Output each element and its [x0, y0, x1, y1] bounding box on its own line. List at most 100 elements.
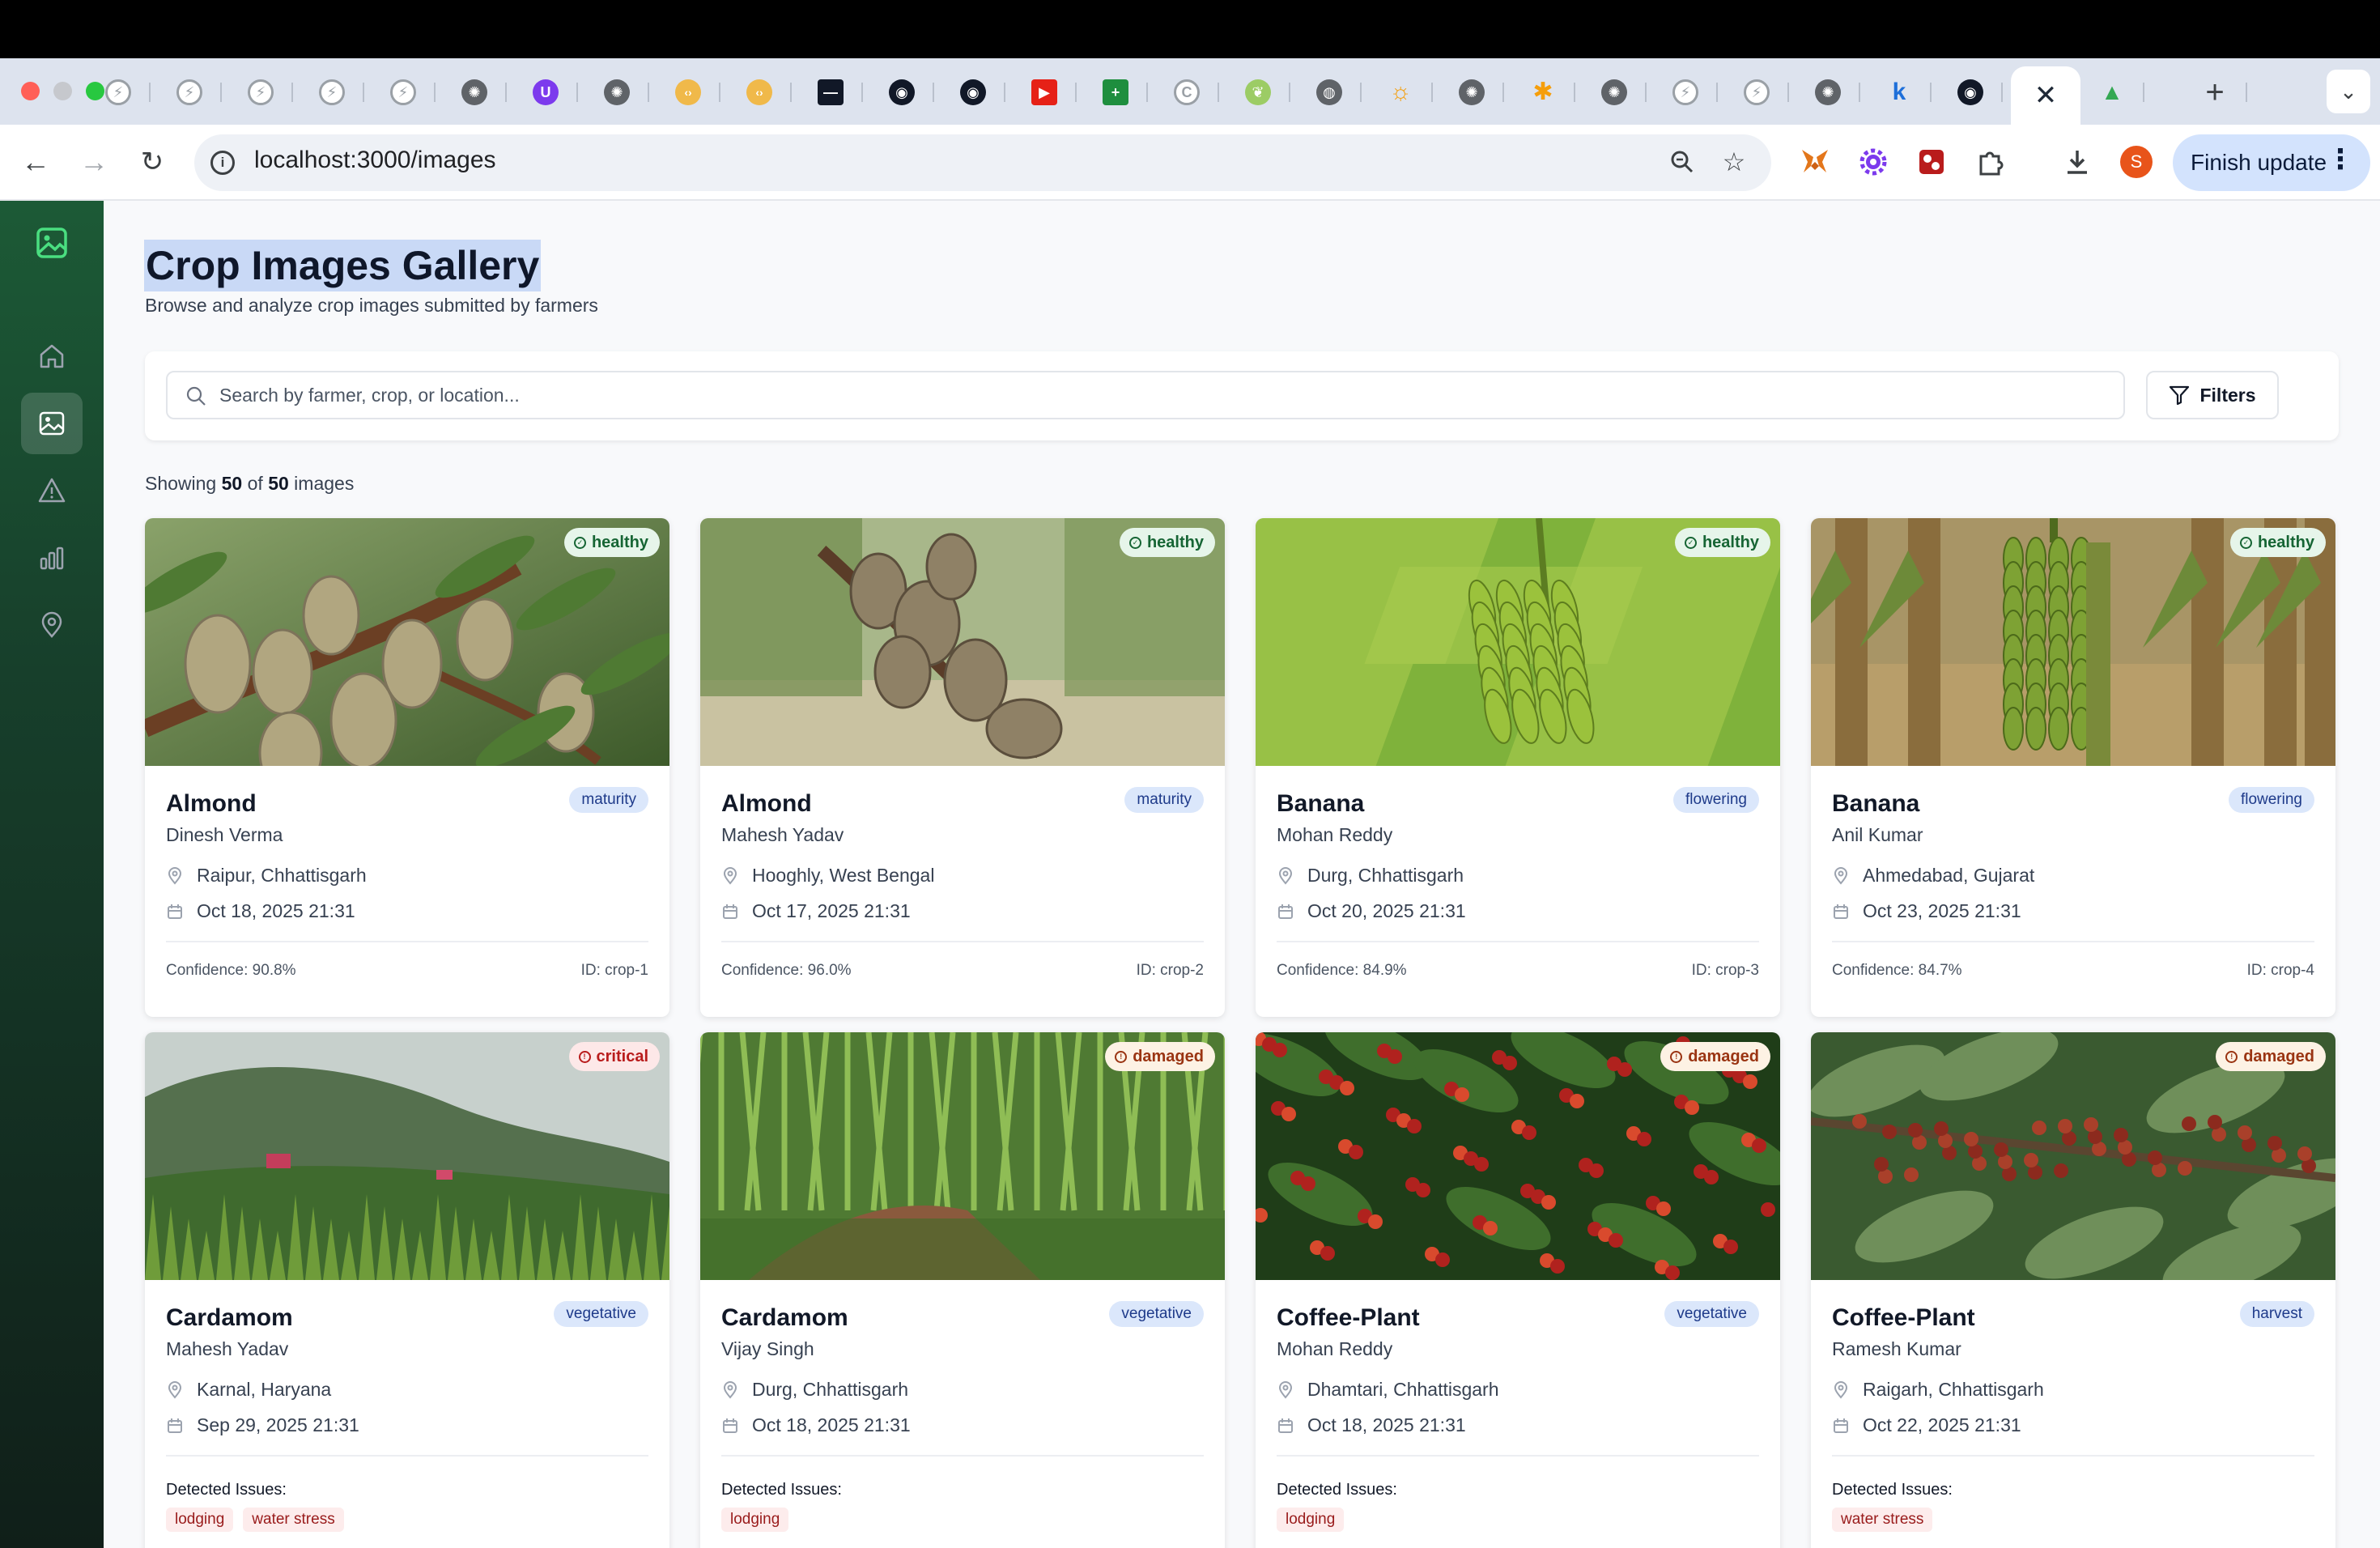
status-badge: ✓ healthy: [1674, 528, 1770, 557]
close-window-button[interactable]: [21, 82, 40, 100]
search-input[interactable]: [219, 372, 2097, 418]
status-label: healthy: [1702, 533, 1759, 551]
results-of: of: [247, 473, 263, 494]
sidebar-item-analytics[interactable]: [21, 527, 83, 589]
farmer-name: Vijay Singh: [721, 1338, 814, 1359]
browser-tab[interactable]: k: [1867, 71, 1932, 113]
status-badge: ✓ healthy: [1119, 528, 1215, 557]
page-title: Crop Images Gallery: [144, 240, 542, 291]
browser-tab[interactable]: ✺: [442, 71, 507, 113]
status-icon: ✓: [573, 536, 586, 549]
crop-card[interactable]: ! critical Cardamom vegetative Mahesh Ya…: [145, 1032, 669, 1548]
c-icon: C: [1174, 79, 1200, 105]
crop-card[interactable]: ! damaged Coffee-Plant vegetative Mohan …: [1256, 1032, 1780, 1548]
browser-tab[interactable]: C: [1154, 71, 1219, 113]
bookmark-star-icon[interactable]: ☆: [1718, 146, 1750, 178]
new-tab-button[interactable]: +: [2182, 71, 2247, 113]
crop-card[interactable]: ✓ healthy Banana flowering Anil Kumar Ah…: [1811, 518, 2335, 1017]
back-button[interactable]: ←: [18, 144, 53, 180]
map-pin-icon: [1832, 866, 1850, 885]
crop-card[interactable]: ! damaged Coffee-Plant harvest Ramesh Ku…: [1811, 1032, 2335, 1548]
sheets-icon: +: [1103, 79, 1128, 105]
crop-card[interactable]: ✓ healthy Almond maturity Dinesh Verma R…: [145, 518, 669, 1017]
browser-tab[interactable]: ◍: [1297, 71, 1362, 113]
sidebar-item-home[interactable]: [21, 325, 83, 387]
crop-card[interactable]: ✓ healthy Banana flowering Mohan Reddy D…: [1256, 518, 1780, 1017]
claude-icon: ⚡: [319, 79, 345, 105]
card-divider: [721, 1455, 1204, 1457]
url-text[interactable]: localhost:3000/images: [254, 147, 496, 174]
browser-tab[interactable]: ‹›: [727, 71, 792, 113]
home-icon: [40, 344, 64, 368]
minimize-window-button[interactable]: [53, 82, 72, 100]
growth-stage-badge: maturity: [1124, 787, 1204, 813]
browser-tab[interactable]: ◉: [1938, 71, 2003, 113]
site-info-icon[interactable]: i: [210, 151, 235, 175]
crop-card[interactable]: ✓ healthy Almond maturity Mahesh Yadav H…: [700, 518, 1225, 1017]
map-pin-icon: [1832, 1380, 1850, 1399]
browser-tab[interactable]: ⚡: [157, 71, 222, 113]
browser-tab[interactable]: —: [798, 71, 863, 113]
puzzle-red-extension-icon[interactable]: [1915, 146, 1948, 178]
browser-tab[interactable]: ✺: [1796, 71, 1860, 113]
calendar-icon: [166, 903, 184, 921]
screen-top-bar: [0, 0, 2380, 58]
browser-tab[interactable]: ▲: [2080, 71, 2144, 113]
download-icon[interactable]: [2061, 146, 2093, 178]
youtube-icon: ▶: [1031, 79, 1057, 105]
browser-tab[interactable]: ⚡: [86, 71, 151, 113]
browser-tab[interactable]: ‹›: [656, 71, 720, 113]
browser-tab[interactable]: ⚡: [1653, 71, 1718, 113]
browser-tab[interactable]: ✕: [2011, 66, 2080, 125]
filters-button[interactable]: Filters: [2146, 371, 2279, 419]
browser-tab[interactable]: ◉: [941, 71, 1005, 113]
browser-tab[interactable]: ⚡: [300, 71, 364, 113]
status-label: damaged: [1133, 1047, 1204, 1065]
zoom-icon[interactable]: [1666, 146, 1698, 178]
sidebar-item-locations[interactable]: [21, 594, 83, 656]
bar-chart-icon: [40, 546, 64, 570]
card-divider: [721, 941, 1204, 942]
farmer-name: Mahesh Yadav: [166, 1338, 289, 1359]
sidebar-item-alerts[interactable]: [21, 460, 83, 521]
confidence-text: Confidence: 84.7%: [1832, 962, 1962, 979]
location-row: Dhamtari, Chhattisgarh: [1277, 1379, 1499, 1401]
issue-list: water stress: [1832, 1508, 1933, 1532]
browser-tab[interactable]: U: [513, 71, 578, 113]
date-row: Oct 18, 2025 21:31: [1277, 1414, 1466, 1436]
profile-avatar[interactable]: S: [2120, 146, 2153, 178]
browser-tab[interactable]: ◉: [869, 71, 934, 113]
browser-tab[interactable]: ⚡: [371, 71, 436, 113]
search-box[interactable]: [166, 371, 2125, 419]
chatgpt-icon: ✺: [1815, 79, 1841, 105]
metamask-icon[interactable]: [1799, 146, 1831, 178]
tab-search-button[interactable]: ⌄: [2327, 70, 2370, 113]
browser-tab[interactable]: ✺: [1582, 71, 1647, 113]
browser-tab[interactable]: ▶: [1012, 71, 1077, 113]
issue-tag: lodging: [166, 1508, 234, 1532]
status-badge: ✓ healthy: [2229, 528, 2326, 557]
crop-card[interactable]: ! damaged Cardamom vegetative Vijay Sing…: [700, 1032, 1225, 1548]
status-label: healthy: [1146, 533, 1204, 551]
reload-button[interactable]: ↻: [134, 144, 170, 180]
sidebar-item-images[interactable]: [21, 393, 83, 454]
github-icon: ◉: [960, 79, 986, 105]
gear-extension-icon[interactable]: [1857, 146, 1889, 178]
forward-button[interactable]: →: [76, 144, 112, 180]
app-logo-icon[interactable]: [34, 225, 70, 261]
browser-tab[interactable]: ❦: [1226, 71, 1290, 113]
browser-tab[interactable]: ☼: [1368, 71, 1433, 113]
browser-tab[interactable]: ⚡: [1724, 71, 1789, 113]
browser-tab[interactable]: +: [1083, 71, 1148, 113]
farmer-name: Anil Kumar: [1832, 824, 1923, 845]
claude-icon: ⚡: [1672, 79, 1698, 105]
finish-update-button[interactable]: Finish update ⋮: [2173, 134, 2370, 191]
detected-issues-label: Detected Issues:: [1277, 1481, 1397, 1499]
browser-tab[interactable]: ✱: [1511, 71, 1575, 113]
card-divider: [1832, 1455, 2314, 1457]
browser-tab[interactable]: ⚡: [228, 71, 293, 113]
browser-tab[interactable]: ✺: [584, 71, 649, 113]
extensions-puzzle-icon[interactable]: [1974, 146, 2006, 178]
browser-tab[interactable]: ✺: [1439, 71, 1504, 113]
crop-name: Almond: [166, 790, 257, 817]
